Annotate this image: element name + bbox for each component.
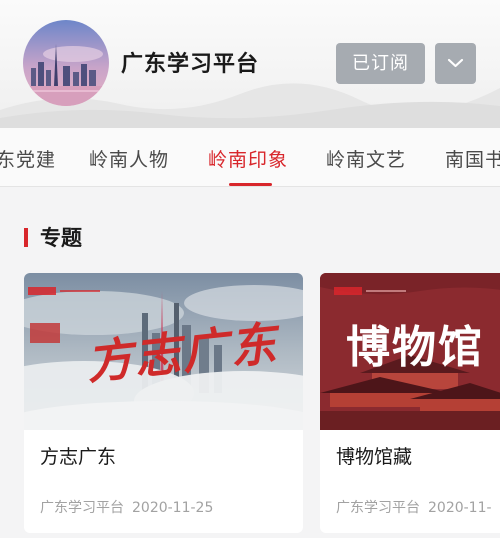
- card-title: 博物馆藏: [336, 446, 413, 468]
- card-thumbnail: 方志广东: [24, 273, 303, 430]
- card-meta: 广东学习平台 2020-11-25: [40, 497, 213, 517]
- card-date: 2020-11-25: [132, 500, 214, 516]
- card-date: 2020-11-: [428, 500, 492, 516]
- tab-nanguo-books[interactable]: 南国书: [445, 145, 500, 172]
- dropdown-button[interactable]: [435, 43, 476, 84]
- city-skyline-avatar-icon: [23, 20, 109, 106]
- tab-lingnan-people[interactable]: 岭南人物: [89, 145, 169, 172]
- card-banner-text: 博物馆: [346, 322, 484, 373]
- card-source: 广东学习平台: [336, 500, 420, 516]
- topic-card[interactable]: 博物馆 博物馆藏 广东学习平台 2020-11-: [320, 273, 500, 533]
- chevron-down-icon: [447, 58, 464, 68]
- avatar[interactable]: [23, 20, 109, 106]
- section-marker: [24, 228, 28, 247]
- card-source: 广东学习平台: [40, 500, 124, 516]
- card-title: 方志广东: [40, 446, 117, 468]
- channel-header: 广东学习平台 已订阅: [0, 0, 500, 128]
- tab-lingnan-impression[interactable]: 岭南印象: [208, 145, 288, 172]
- channel-title: 广东学习平台: [121, 52, 260, 77]
- topic-card[interactable]: 方志广东 方志广东 广东学习平台 2020-11-25: [24, 273, 303, 533]
- card-thumbnail: 博物馆: [320, 273, 500, 430]
- section-title: 专题: [40, 226, 82, 250]
- card-meta: 广东学习平台 2020-11-: [336, 497, 492, 517]
- tab-lingnan-arts[interactable]: 岭南文艺: [326, 145, 406, 172]
- divider: [0, 186, 500, 187]
- category-tabs: 东党建 岭南人物 岭南印象 岭南文艺 南国书: [0, 128, 500, 186]
- tab-guangdong-party[interactable]: 东党建: [0, 145, 56, 172]
- subscribed-button[interactable]: 已订阅: [336, 43, 425, 84]
